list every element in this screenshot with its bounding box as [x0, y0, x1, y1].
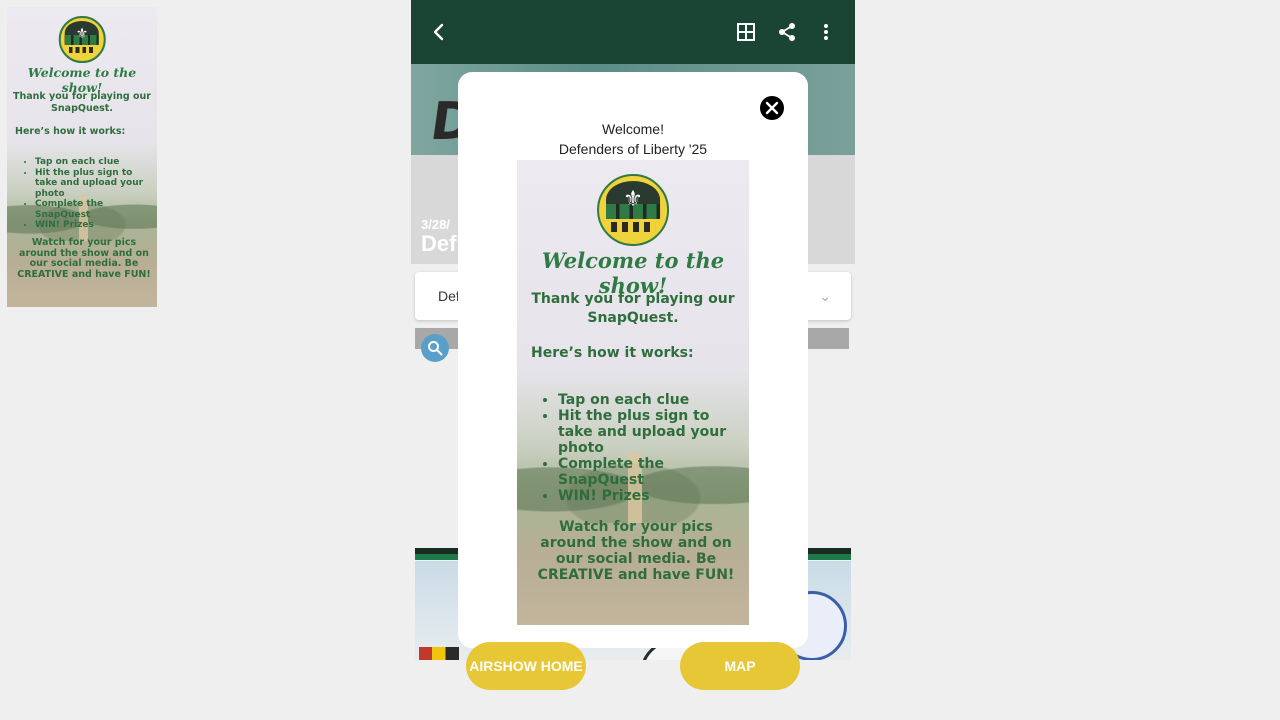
flag-image: [419, 647, 459, 660]
back-arrow-icon[interactable]: [425, 18, 453, 46]
event-title: Def: [421, 231, 457, 256]
poster-step: Tap on each clue: [558, 392, 747, 408]
fleur-de-lis-icon: ⚜: [623, 186, 643, 212]
poster-step: Complete the SnapQuest: [558, 456, 747, 488]
modal-subtitle: Defenders of Liberty '25: [558, 141, 708, 157]
grid-icon[interactable]: [732, 18, 760, 46]
poster-step: WIN! Prizes: [558, 488, 747, 504]
poster-how: Here’s how it works:: [15, 126, 126, 137]
more-vert-icon[interactable]: [812, 18, 840, 46]
welcome-modal: Welcome! Defenders of Liberty '25 ⚜ Welc…: [458, 72, 808, 648]
search-icon[interactable]: [421, 334, 449, 362]
poster-watch: Watch for your pics around the show and …: [537, 519, 735, 583]
modal-title: Welcome!: [602, 121, 664, 137]
poster-step: Tap on each clue: [35, 157, 155, 168]
defenders-logo: ⚜: [597, 173, 669, 246]
event-date: 3/28/: [421, 217, 450, 232]
poster-step: Hit the plus sign to take and upload you…: [35, 168, 155, 200]
poster-thanks: Thank you for playing our SnapQuest.: [13, 91, 151, 114]
poster-how: Here’s how it works:: [531, 345, 694, 361]
app-header: [411, 0, 855, 64]
poster-step: Complete the SnapQuest: [35, 199, 155, 220]
poster-step: WIN! Prizes: [35, 220, 155, 231]
map-button[interactable]: MAP: [680, 642, 800, 690]
close-icon[interactable]: [760, 96, 784, 120]
side-poster-image: ⚜ Welcome to the show! Thank you for pla…: [7, 7, 157, 307]
defenders-logo: ⚜: [58, 16, 106, 63]
poster-thanks: Thank you for playing our SnapQuest.: [531, 291, 735, 326]
share-icon[interactable]: [773, 18, 801, 46]
fleur-de-lis-icon: ⚜: [75, 24, 89, 41]
poster-steps: Tap on each clue Hit the plus sign to ta…: [558, 392, 747, 504]
dropdown-value: Def: [438, 288, 460, 304]
poster-step: Hit the plus sign to take and upload you…: [558, 408, 747, 456]
chevron-down-icon: ⌄: [819, 288, 831, 304]
poster-watch: Watch for your pics around the show and …: [17, 237, 151, 280]
welcome-poster-image: ⚜ Welcome to the show! Thank you for pla…: [517, 160, 749, 625]
poster-steps: Tap on each clue Hit the plus sign to ta…: [35, 157, 155, 231]
airshow-home-button[interactable]: AIRSHOW HOME: [466, 642, 586, 690]
